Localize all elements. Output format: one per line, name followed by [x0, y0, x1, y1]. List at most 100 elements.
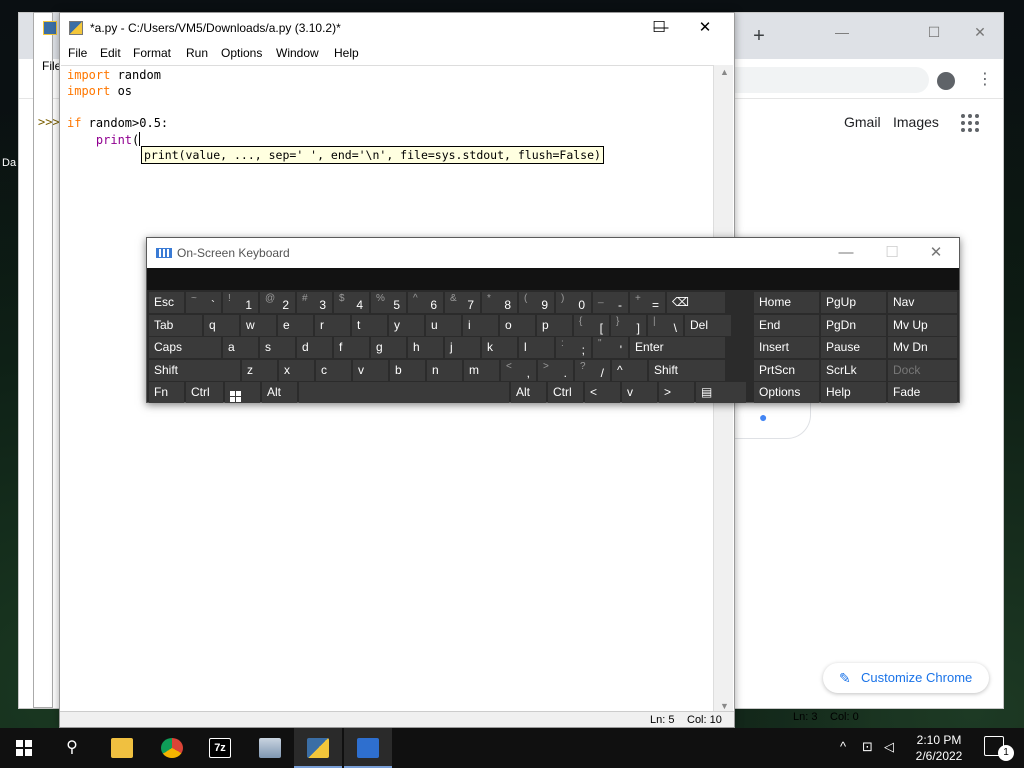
key-insert[interactable]: Insert	[754, 337, 819, 358]
key-row2-3[interactable]: e	[278, 314, 313, 336]
key-windows[interactable]	[225, 382, 260, 403]
close-button[interactable]: ✕	[682, 13, 728, 43]
maximize-button[interactable]: ☐	[636, 13, 682, 43]
taskbar-chrome[interactable]	[148, 728, 196, 768]
menu-file[interactable]: File	[68, 46, 87, 60]
address-bar[interactable]	[719, 67, 929, 93]
key-row4-11[interactable]: ^	[612, 359, 647, 381]
key-row2-12[interactable]: }]	[611, 314, 646, 336]
chrome-maximize-button[interactable]: ☐	[911, 19, 957, 45]
key-end[interactable]: End	[754, 314, 819, 336]
key-row4-2[interactable]: x	[279, 359, 314, 381]
key-row3-0[interactable]: Caps	[149, 337, 221, 358]
system-clock[interactable]: 2:10 PM 2/6/2022	[910, 732, 968, 764]
chrome-minimize-button[interactable]: —	[819, 19, 865, 45]
key-esc[interactable]: Esc	[149, 292, 184, 313]
osk-minimize-button[interactable]: —	[823, 238, 869, 268]
taskbar-idle[interactable]	[294, 728, 342, 768]
key-space[interactable]	[299, 382, 509, 403]
key-row2-5[interactable]: t	[352, 314, 387, 336]
key-row2-2[interactable]: w	[241, 314, 276, 336]
key-row4-6[interactable]: n	[427, 359, 462, 381]
menu-options[interactable]: Options	[221, 46, 262, 60]
key-row1-5[interactable]: $4	[334, 292, 369, 313]
key-row2-4[interactable]: r	[315, 314, 350, 336]
key-mv-dn[interactable]: Mv Dn	[888, 337, 957, 358]
menu-help[interactable]: Help	[334, 46, 359, 60]
key-row3-9[interactable]: l	[519, 337, 554, 358]
key-backspace[interactable]: ⌫	[667, 292, 725, 313]
key-row1-13[interactable]: + =	[630, 292, 665, 313]
key-row1-8[interactable]: & 7	[445, 292, 480, 313]
key-fade[interactable]: Fade	[888, 382, 957, 403]
key-row2-11[interactable]: {[	[574, 314, 609, 336]
osk-close-button[interactable]: ✕	[913, 238, 959, 268]
key-row2-1[interactable]: q	[204, 314, 239, 336]
key-scrlk[interactable]: ScrLk	[821, 359, 886, 381]
taskbar-control-panel[interactable]	[246, 728, 294, 768]
key-row3-5[interactable]: g	[371, 337, 406, 358]
key-row1-1[interactable]: ~ `	[186, 292, 221, 313]
search-button[interactable]: ⚲	[48, 728, 96, 768]
key-row1-9[interactable]: * 8	[482, 292, 517, 313]
images-link[interactable]: Images	[893, 114, 939, 130]
key-options[interactable]: Options	[754, 382, 819, 403]
taskbar-file-explorer[interactable]	[98, 728, 146, 768]
key-row1-7[interactable]: ^ 6	[408, 292, 443, 313]
key-prtscn[interactable]: PrtScn	[754, 359, 819, 381]
key-row4-0[interactable]: Shift	[149, 359, 240, 381]
key-row4-4[interactable]: v	[353, 359, 388, 381]
menu-window[interactable]: Window	[276, 46, 319, 60]
key-row3-2[interactable]: s	[260, 337, 295, 358]
key-row2-13[interactable]: | \	[648, 314, 683, 336]
key-row3-1[interactable]: a	[223, 337, 258, 358]
key-row1-3[interactable]: @2	[260, 292, 295, 313]
menu-run[interactable]: Run	[186, 46, 208, 60]
key-alt-right[interactable]: Alt	[511, 382, 546, 403]
key-row2-6[interactable]: y	[389, 314, 424, 336]
key-arrow-down[interactable]: v	[622, 382, 657, 403]
key-fn[interactable]: Fn	[149, 382, 184, 403]
key-row3-6[interactable]: h	[408, 337, 443, 358]
key-row4-3[interactable]: c	[316, 359, 351, 381]
key-row4-9[interactable]: >.	[538, 359, 573, 381]
network-icon[interactable]: ⊡	[862, 739, 873, 755]
key-row1-2[interactable]: ! 1	[223, 292, 258, 313]
key-row1-6[interactable]: % 5	[371, 292, 406, 313]
desktop-icon-label[interactable]: Da	[2, 157, 16, 169]
key-row2-10[interactable]: p	[537, 314, 572, 336]
key-row4-12[interactable]: Shift	[649, 359, 725, 381]
google-apps-icon[interactable]	[961, 114, 979, 132]
scroll-down-arrow-icon[interactable]: ▼	[720, 701, 729, 711]
key-row2-14[interactable]: Del	[685, 314, 731, 336]
key-mv-up[interactable]: Mv Up	[888, 314, 957, 336]
key-row4-10[interactable]: ? /	[575, 359, 610, 381]
new-tab-button[interactable]: +	[747, 25, 771, 48]
menu-format[interactable]: Format	[133, 46, 171, 60]
key-row3-11[interactable]: " '	[593, 337, 628, 358]
key-ctrl-left[interactable]: Ctrl	[186, 382, 223, 403]
key-row2-0[interactable]: Tab	[149, 314, 202, 336]
volume-muted-icon[interactable]: ◁	[884, 739, 894, 755]
key-row4-7[interactable]: m	[464, 359, 499, 381]
start-button[interactable]	[0, 728, 48, 768]
key-row3-3[interactable]: d	[297, 337, 332, 358]
taskbar-7zip[interactable]: 7z	[196, 728, 244, 768]
key-help[interactable]: Help	[821, 382, 886, 403]
customize-chrome-button[interactable]: ✎ Customize Chrome	[823, 663, 989, 693]
key-pause[interactable]: Pause	[821, 337, 886, 358]
gmail-link[interactable]: Gmail	[844, 114, 881, 130]
key-row4-5[interactable]: b	[390, 359, 425, 381]
key-row3-8[interactable]: k	[482, 337, 517, 358]
key-alt-left[interactable]: Alt	[262, 382, 297, 403]
taskbar-on-screen-keyboard[interactable]	[344, 728, 392, 768]
key-row3-10[interactable]: :;	[556, 337, 591, 358]
key-nav[interactable]: Nav	[888, 292, 957, 313]
menu-edit[interactable]: Edit	[100, 46, 121, 60]
profile-avatar-icon[interactable]	[937, 72, 955, 90]
chrome-menu-icon[interactable]: ⋮	[977, 71, 993, 89]
key-row3-4[interactable]: f	[334, 337, 369, 358]
key-arrow-right[interactable]: >	[659, 382, 694, 403]
key-row4-1[interactable]: z	[242, 359, 277, 381]
key-arrow-left[interactable]: <	[585, 382, 620, 403]
